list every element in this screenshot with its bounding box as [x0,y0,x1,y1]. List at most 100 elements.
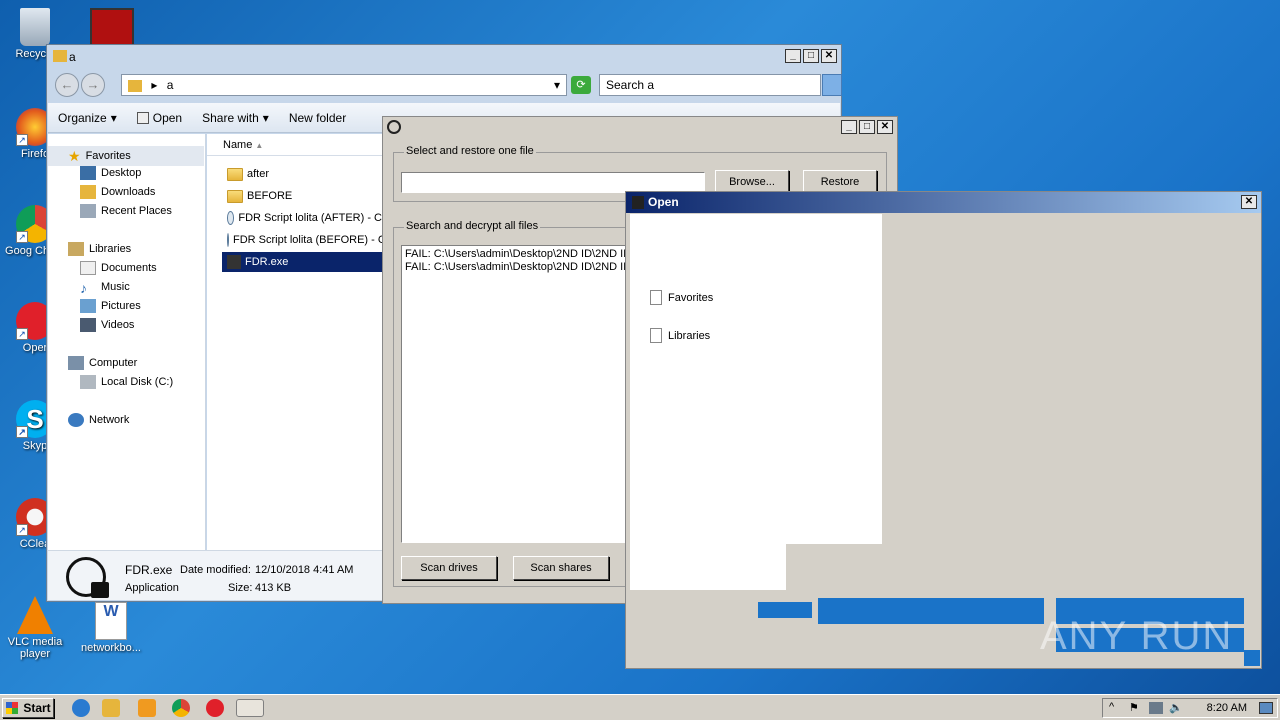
decrypt-group-label: Search and decrypt all files [404,220,541,232]
open-item-favorites[interactable]: Favorites [650,290,713,305]
anyrun-watermark: ANY RUN [1040,614,1233,659]
open-button[interactable]: Open [127,111,192,125]
clock[interactable]: 8:20 AM [1207,702,1247,714]
explorer-taskbar-icon[interactable] [102,699,120,717]
details-type: Application [125,582,179,594]
disk-icon [80,375,96,389]
firefox-label: Firefo [20,148,50,160]
close-button[interactable]: ✕ [821,49,837,63]
chrome-taskbar-icon[interactable] [172,699,190,717]
address-bar[interactable]: ▸ a ▾ [121,74,567,96]
minimize-button[interactable]: _ [841,120,857,134]
forward-button[interactable]: → [81,73,105,97]
nav-favorites[interactable]: ★ Favorites [48,146,204,166]
browse-label: Browse... [729,176,775,188]
file-name: after [247,168,270,180]
nav-network[interactable]: Network [68,413,129,427]
nav-computer[interactable]: Computer [68,356,137,370]
nav-pictures-label: Pictures [101,300,141,312]
scan-shares-button[interactable]: Scan shares [513,556,609,580]
vlc-shortcut[interactable]: VLC media player [0,596,70,660]
computer-icon [68,356,84,370]
start-label: Start [23,701,51,715]
open-tree [630,214,882,544]
open-item-label: Favorites [668,291,714,304]
refresh-icon[interactable]: ⟳ [571,76,591,94]
nav-recent-places[interactable]: Recent Places [80,204,172,218]
file-name: FDR Script lolita (AFTER) - C [238,212,382,224]
volume-icon[interactable]: 🔈 [1169,701,1183,714]
nav-documents[interactable]: Documents [80,261,157,275]
nav-downloads[interactable]: Downloads [80,185,155,199]
network-doc-icon[interactable]: W networkbo... [76,602,146,654]
file-name: FDR.exe [245,256,289,268]
taskbar: Start ^ ⚑ 🔈 8:20 AM [0,694,1280,720]
globe-lock-icon [66,557,109,598]
windows-logo-icon [6,702,18,714]
chevron-down-icon[interactable]: ▾ [554,75,560,95]
open-item-libraries[interactable]: Libraries [650,328,710,343]
maximize-button[interactable]: □ [803,49,819,63]
start-button[interactable]: Start [2,698,54,718]
network-icon [68,413,84,427]
back-button[interactable]: ← [55,73,79,97]
restore-file-input[interactable] [401,172,705,193]
scan-drives-label: Scan drives [420,562,478,574]
file-item[interactable]: BEFORE [222,186,382,206]
nav-music-label: Music [101,281,130,293]
close-button[interactable]: ✕ [877,120,893,134]
nav-music[interactable]: ♪ Music [80,280,130,296]
show-desktop-icon[interactable] [1259,702,1273,714]
organize-button[interactable]: Organize ▾ [48,111,127,125]
tray-expand-icon[interactable]: ^ [1109,701,1114,713]
media-player-icon[interactable] [138,699,156,717]
open-glitch-area [818,598,1044,624]
nav-pictures[interactable]: Pictures [80,299,141,313]
ie-icon[interactable] [72,699,90,717]
nav-network-label: Network [89,414,130,426]
column-header-name[interactable]: Name ▲ [207,134,383,156]
network-tray-icon[interactable] [1149,702,1163,714]
globe-lock-small-icon [387,120,401,134]
decryptor-titlebar[interactable]: _ □ ✕ [383,117,897,137]
share-with-label: Share with [202,110,259,125]
search-input[interactable]: Search a [599,74,821,96]
scan-drives-button[interactable]: Scan drives [401,556,497,580]
details-filename: FDR.exe [125,563,173,577]
details-size-label: Size: [228,582,253,594]
document-icon [650,328,662,343]
file-item[interactable]: FDR Script lolita (BEFORE) - C [222,230,382,250]
nav-videos-label: Videos [101,319,135,331]
file-item[interactable]: after [222,164,382,184]
nav-desktop[interactable]: Desktop [80,166,141,180]
system-tray: ^ ⚑ 🔈 8:20 AM [1102,698,1278,718]
navigation-pane: ★ Favorites Desktop Downloads Recent Plac… [48,134,206,550]
flag-icon[interactable]: ⚑ [1129,701,1139,714]
nav-videos[interactable]: Videos [80,318,134,332]
restore-label: Restore [820,176,860,188]
nav-libraries[interactable]: Libraries [68,242,131,256]
file-item-selected[interactable]: FDR.exe [222,252,382,272]
scan-shares-label: Scan shares [530,562,592,574]
acrobat-icon[interactable] [90,8,134,48]
share-with-button[interactable]: Share with ▾ [192,111,279,125]
new-folder-button[interactable]: New folder [279,111,356,125]
nav-documents-label: Documents [101,262,157,274]
decryptor-taskbar-icon[interactable] [236,699,264,717]
file-item[interactable]: FDR Script lolita (AFTER) - C [222,208,382,228]
opera-taskbar-icon[interactable] [206,699,224,717]
explorer-titlebar[interactable]: a _ □ ✕ [47,45,841,69]
open-dialog-icon [632,196,644,209]
minimize-button[interactable]: _ [785,49,801,63]
maximize-button[interactable]: □ [859,120,875,134]
close-button[interactable]: ✕ [1241,195,1257,209]
chevron-down-icon: ▾ [110,110,117,125]
music-icon: ♪ [80,280,87,296]
open-titlebar[interactable]: Open ✕ [626,192,1261,213]
explorer-title: a [69,50,76,64]
nav-local-disk[interactable]: Local Disk (C:) [80,375,173,389]
new-folder-label: New folder [288,110,347,125]
skype-label: Skyp [22,440,48,452]
file-name: FDR Script lolita (BEFORE) - C [233,234,382,246]
search-icon[interactable] [822,74,842,96]
